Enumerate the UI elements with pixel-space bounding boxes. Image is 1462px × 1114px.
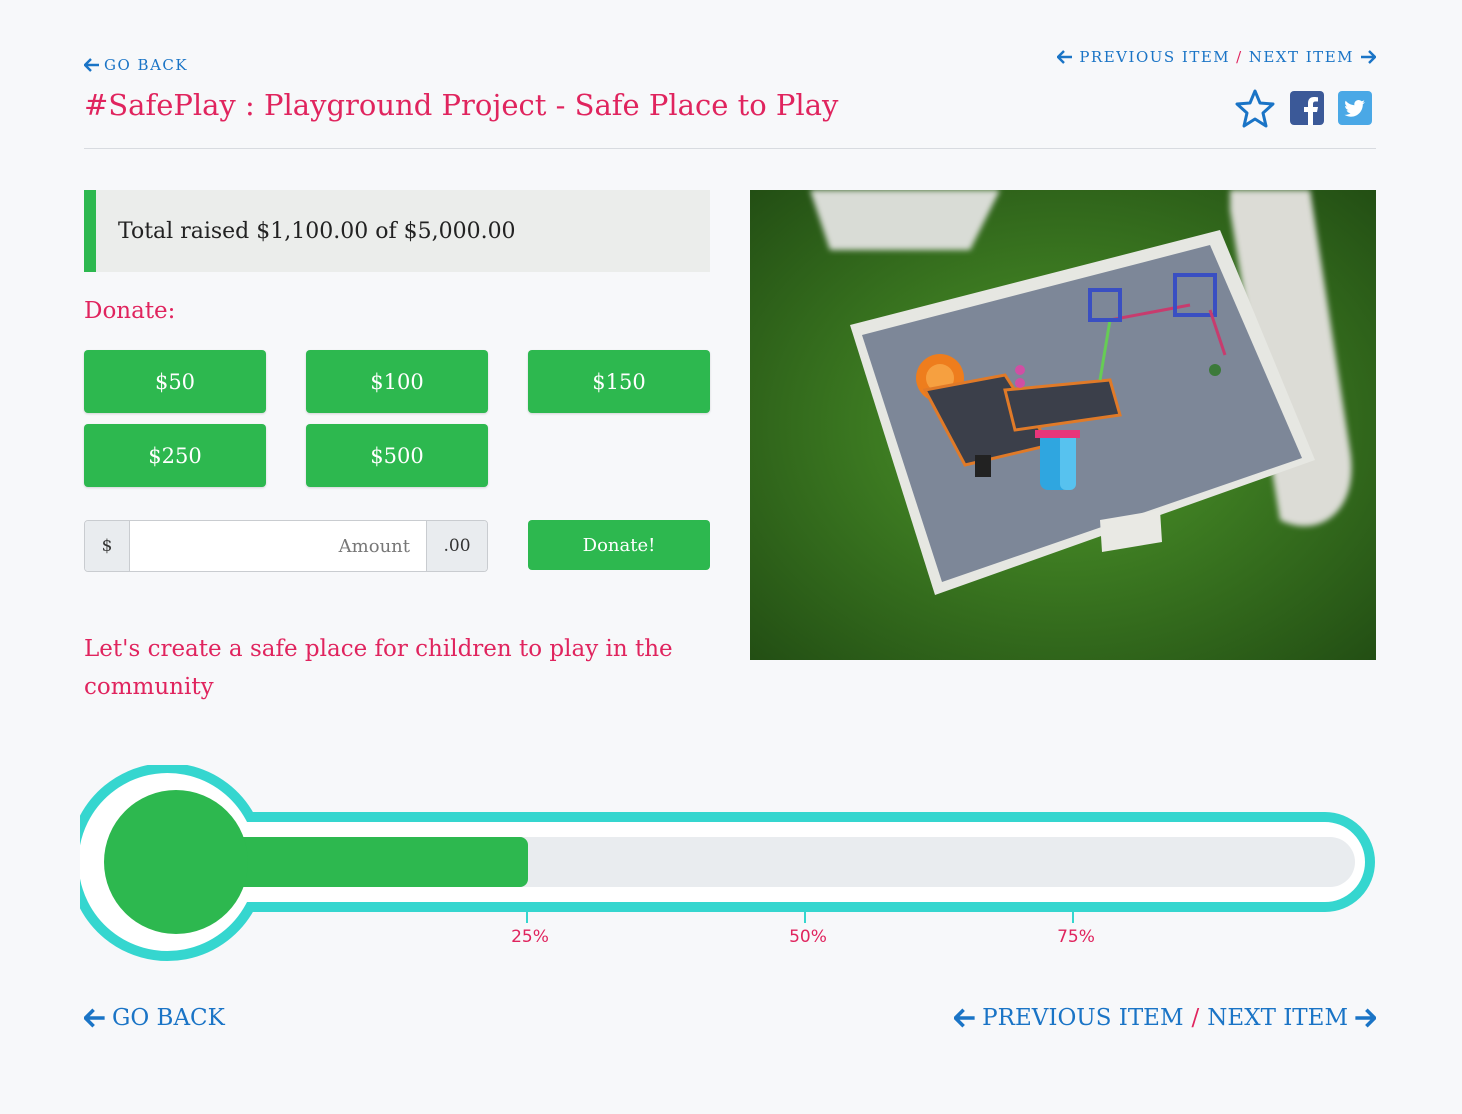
arrow-left-icon: [1057, 50, 1073, 64]
go-back-label: GO BACK: [104, 56, 189, 74]
donate-100-button[interactable]: $100: [306, 350, 488, 413]
total-raised-callout: Total raised $1,100.00 of $5,000.00: [84, 190, 710, 272]
next-item-label: NEXT ITEM: [1248, 48, 1354, 66]
next-item-link-bottom[interactable]: NEXT ITEM: [1207, 1005, 1376, 1031]
header-divider: [84, 148, 1376, 149]
item-nav-bottom: PREVIOUS ITEM / NEXT ITEM: [954, 1005, 1376, 1031]
share-bar: [1234, 88, 1372, 128]
item-nav-top: PREVIOUS ITEM / NEXT ITEM: [1057, 48, 1376, 66]
tick-label-75: 75%: [1057, 927, 1095, 947]
facebook-icon[interactable]: [1290, 91, 1324, 125]
project-description: Let's create a safe place for children t…: [84, 636, 673, 700]
progress-fill: [230, 837, 528, 887]
tick-label-50: 50%: [789, 927, 827, 947]
go-back-link-top[interactable]: GO BACK: [84, 56, 188, 74]
arrow-left-icon: [84, 58, 99, 72]
amount-input[interactable]: [130, 521, 426, 571]
custom-amount-group: $ .00: [84, 520, 488, 572]
cents-suffix: .00: [426, 521, 487, 571]
total-raised-text: Total raised $1,100.00 of $5,000.00: [118, 218, 516, 244]
go-back-link-bottom[interactable]: GO BACK: [84, 1005, 225, 1031]
go-back-label: GO BACK: [112, 1005, 225, 1031]
donate-label: Donate:: [84, 298, 176, 324]
arrow-right-icon: [1355, 1008, 1376, 1028]
page-title: #SafePlay : Playground Project - Safe Pl…: [84, 88, 839, 122]
previous-item-label: PREVIOUS ITEM: [982, 1005, 1184, 1031]
tick-label-25: 25%: [511, 927, 549, 947]
donate-50-button[interactable]: $50: [84, 350, 266, 413]
donate-250-button[interactable]: $250: [84, 424, 266, 487]
next-item-label: NEXT ITEM: [1207, 1005, 1348, 1031]
nav-separator: /: [1236, 48, 1243, 66]
donate-submit-button[interactable]: Donate!: [528, 520, 710, 570]
progress-thermometer: [80, 765, 1375, 961]
currency-prefix: $: [85, 521, 130, 571]
next-item-link-top[interactable]: NEXT ITEM: [1249, 48, 1376, 66]
nav-separator: /: [1191, 1005, 1200, 1031]
twitter-icon[interactable]: [1338, 91, 1372, 125]
previous-item-link-bottom[interactable]: PREVIOUS ITEM: [954, 1005, 1184, 1031]
arrow-left-icon: [954, 1008, 975, 1028]
arrow-right-icon: [1361, 50, 1376, 64]
thermometer-bulb: [104, 790, 248, 934]
playground-photo: [750, 190, 1376, 660]
star-icon[interactable]: [1234, 88, 1276, 128]
donate-500-button[interactable]: $500: [306, 424, 488, 487]
donate-150-button[interactable]: $150: [528, 350, 710, 413]
previous-item-label: PREVIOUS ITEM: [1079, 48, 1231, 66]
arrow-left-icon: [84, 1008, 105, 1028]
previous-item-link-top[interactable]: PREVIOUS ITEM: [1057, 48, 1230, 66]
